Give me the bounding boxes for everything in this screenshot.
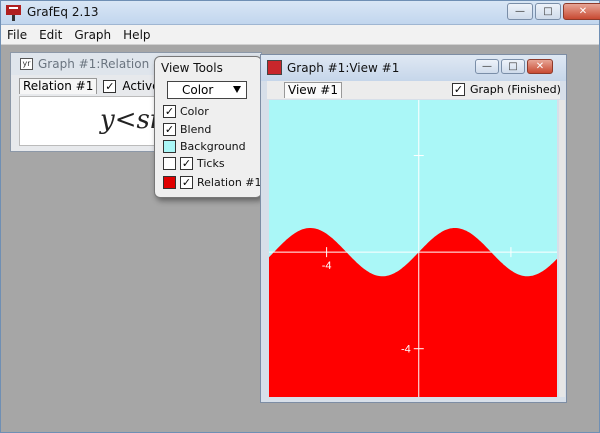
relation-tab[interactable]: Relation #1	[19, 78, 98, 94]
view-toolbar: View #1 ✓ Graph (Finished)	[267, 81, 561, 99]
app-titlebar: GrafEq 2.13 — □ ✕	[1, 1, 600, 25]
ticks-checkbox[interactable]: ✓	[180, 156, 193, 170]
menu-file[interactable]: File	[1, 28, 33, 42]
app-window-controls: — □ ✕	[507, 3, 600, 20]
close-button[interactable]: ✕	[563, 3, 600, 20]
relation-checkbox[interactable]: ✓	[180, 175, 193, 189]
tools-row-relation: ✓ Relation #1	[163, 174, 262, 190]
view-tab[interactable]: View #1	[284, 82, 342, 98]
relation-expression: y<si	[100, 105, 159, 135]
graph-status-label: Graph (Finished)	[470, 83, 561, 96]
app-title: GrafEq 2.13	[27, 5, 99, 19]
view-tools-mode-select[interactable]: Color	[167, 81, 247, 99]
graph-status: ✓ Graph (Finished)	[452, 83, 561, 96]
tools-row-ticks: ✓ Ticks	[163, 155, 225, 171]
tools-row-color: ✓ Color	[163, 103, 209, 119]
relation-window-title: Graph #1:Relation #1	[38, 57, 171, 71]
minimize-button[interactable]: —	[507, 3, 533, 20]
view-window-title: Graph #1:View #1	[287, 61, 400, 75]
view-window: Graph #1:View #1 — □ ✕ View #1 ✓ Graph (…	[260, 54, 567, 403]
view-scrollbar[interactable]	[559, 100, 565, 397]
x-tick-label: -4	[322, 260, 332, 272]
ticks-label: Ticks	[197, 156, 225, 170]
background-label: Background	[180, 139, 246, 153]
graph-status-checkbox[interactable]: ✓	[452, 83, 465, 96]
menu-edit[interactable]: Edit	[33, 28, 68, 42]
graph-plot-svg: -4 -4	[269, 100, 557, 397]
view-minimize-button[interactable]: —	[475, 59, 499, 74]
view-window-titlebar[interactable]: Graph #1:View #1 — □ ✕	[261, 55, 566, 81]
blend-label: Blend	[180, 122, 212, 136]
menu-help[interactable]: Help	[117, 28, 156, 42]
tools-row-blend: ✓ Blend	[163, 121, 211, 137]
maximize-button[interactable]: □	[535, 3, 561, 20]
view-tools-mode-value: Color	[182, 83, 214, 97]
view-window-icon	[267, 60, 282, 75]
tools-row-background: Background	[163, 138, 246, 154]
view-tools-title: View Tools	[161, 61, 223, 75]
menu-graph[interactable]: Graph	[68, 28, 117, 42]
view-maximize-button[interactable]: □	[501, 59, 525, 74]
view-close-button[interactable]: ✕	[527, 59, 553, 74]
dropdown-arrow-icon	[233, 86, 241, 93]
background-color-swatch[interactable]	[163, 139, 176, 153]
active-checkbox[interactable]: ✓	[103, 79, 117, 93]
relation-window-icon: yr	[20, 58, 33, 70]
menu-bar: File Edit Graph Help	[1, 25, 599, 45]
color-checkbox[interactable]: ✓	[163, 104, 176, 118]
relation-row-color-swatch[interactable]	[163, 175, 176, 189]
view-tools-palette: View Tools Color ✓ Color ✓ Blend Backgro…	[154, 56, 262, 198]
graph-plot-area[interactable]: -4 -4	[269, 100, 557, 397]
relation-row-label: Relation #1	[197, 175, 262, 189]
blend-checkbox[interactable]: ✓	[163, 122, 176, 136]
view-window-controls: — □ ✕	[475, 59, 553, 74]
ticks-color-swatch[interactable]	[163, 156, 176, 170]
y-tick-label: -4	[401, 344, 411, 356]
grafeq-logo-icon	[6, 5, 21, 21]
color-label: Color	[180, 104, 209, 118]
